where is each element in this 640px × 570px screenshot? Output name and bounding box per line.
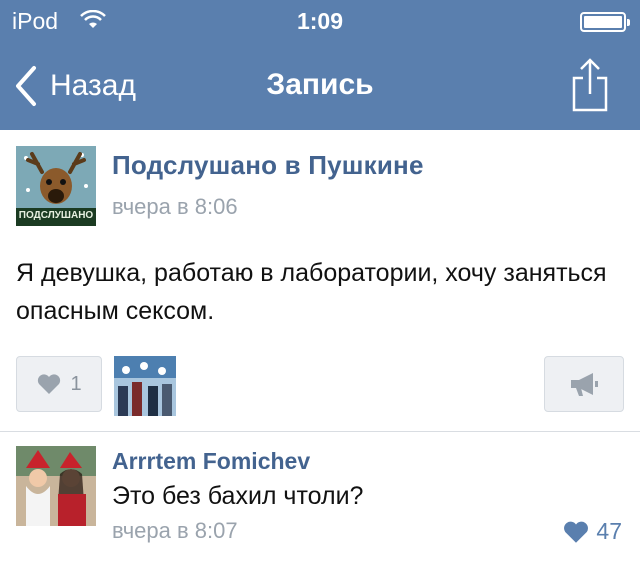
repost-button[interactable] (544, 356, 624, 412)
comment-text: Это без бахил чтоли? (112, 482, 364, 510)
avatar-caption: ПОДСЛУШАНО (18, 210, 94, 221)
comment-like-button[interactable]: 47 (562, 518, 622, 545)
like-count: 1 (70, 372, 82, 395)
commenter-avatar[interactable] (16, 446, 96, 526)
heart-icon (38, 374, 61, 394)
heart-icon (564, 521, 589, 543)
comment-item: Arrrtem Fomichev Это без бахил чтоли? вч… (0, 432, 640, 570)
commenter-photo (16, 446, 96, 526)
share-icon[interactable] (570, 56, 610, 112)
group-avatar[interactable]: ПОДСЛУШАНО (16, 146, 96, 226)
status-time: 1:09 (296, 8, 344, 34)
wall-post: ПОДСЛУШАНО Подслушано в Пушкине вчера в … (0, 130, 640, 430)
megaphone-icon (571, 373, 598, 396)
header-bar: iPod 1:09 Назад Запись (0, 0, 640, 130)
comment-like-count: 47 (596, 518, 622, 544)
liker-photo (114, 356, 176, 416)
like-button[interactable]: 1 (16, 356, 102, 412)
battery-icon (580, 12, 630, 32)
post-text: Я девушка, работаю в лаборатории, хочу з… (16, 259, 607, 325)
liker-avatar[interactable] (114, 356, 176, 416)
group-name-link[interactable]: Подслушано в Пушкине (112, 150, 424, 181)
status-bar: iPod 1:09 (0, 0, 640, 42)
comment-author-link[interactable]: Arrrtem Fomichev (112, 448, 310, 475)
navigation-bar: Назад Запись (0, 42, 640, 130)
comment-timestamp: вчера в 8:07 (112, 518, 238, 543)
page-title: Запись (266, 68, 374, 101)
post-timestamp: вчера в 8:06 (112, 194, 238, 219)
